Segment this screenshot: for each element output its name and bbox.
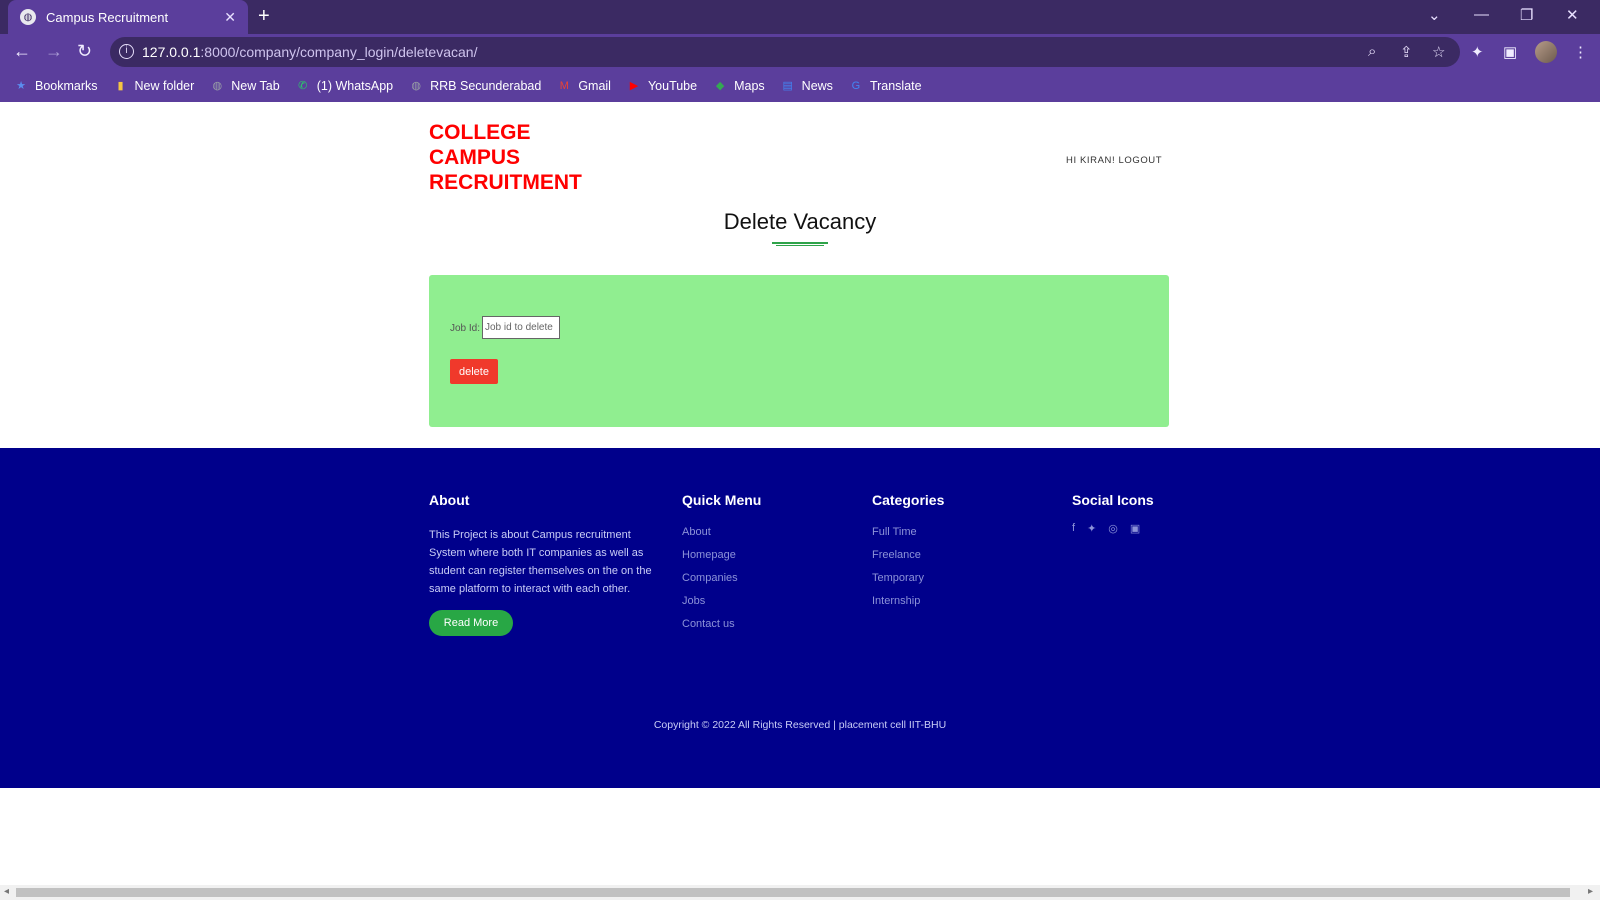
footer-quick-menu: Quick Menu About Homepage Companies Jobs… — [682, 492, 761, 641]
globe-icon: ◍ — [20, 9, 36, 25]
bookmark-label: Bookmarks — [35, 79, 98, 93]
footer-social: Social Icons f ✦ ◎ ▣ — [1072, 492, 1154, 535]
delete-button[interactable]: delete — [450, 359, 498, 384]
footer: About This Project is about Campus recru… — [0, 448, 1600, 788]
translate-icon: G — [851, 80, 861, 92]
bookmark-label: Maps — [734, 79, 765, 93]
gmail-icon: M — [559, 80, 569, 92]
title-underline — [772, 242, 828, 244]
globe-icon: ◍ — [411, 80, 421, 92]
bookmark-item[interactable]: ✆ (1) WhatsApp — [296, 79, 393, 93]
zoom-icon[interactable]: ⌕ — [1368, 43, 1376, 60]
footer-about: About This Project is about Campus recru… — [429, 492, 661, 636]
close-window-button[interactable]: ✕ — [1566, 6, 1579, 24]
read-more-button[interactable]: Read More — [429, 610, 513, 636]
maps-icon: ◆ — [715, 80, 725, 92]
twitter-icon[interactable]: ✦ — [1087, 522, 1096, 535]
bookmark-item[interactable]: G Translate — [849, 79, 922, 93]
new-tab-button[interactable]: + — [258, 6, 270, 26]
quick-menu-heading: Quick Menu — [682, 492, 762, 508]
horizontal-scrollbar[interactable]: ◂ ▸ — [0, 885, 1600, 900]
footer-about-heading: About — [429, 492, 470, 508]
restore-button[interactable]: ❐ — [1520, 6, 1533, 24]
news-icon: ▤ — [782, 80, 793, 92]
page-title: Delete Vacancy — [723, 209, 877, 234]
forward-icon[interactable]: → — [45, 42, 63, 60]
facebook-icon[interactable]: f — [1072, 522, 1075, 535]
footer-categories: Categories Full Time Freelance Temporary… — [872, 492, 944, 618]
extensions-icon[interactable]: ✦ — [1471, 43, 1484, 61]
social-heading: Social Icons — [1072, 492, 1154, 508]
category-link-freelance[interactable]: Freelance — [872, 549, 944, 561]
category-link-temporary[interactable]: Temporary — [872, 572, 944, 584]
quick-menu-link-jobs[interactable]: Jobs — [682, 595, 761, 607]
instagram-icon[interactable]: ◎ — [1108, 522, 1118, 535]
bookmark-label: YouTube — [647, 79, 698, 93]
site-info-icon[interactable]: i — [119, 44, 134, 59]
globe-icon: ◍ — [212, 80, 223, 92]
reload-icon[interactable]: ↻ — [77, 42, 92, 60]
url-text[interactable]: 127.0.0.1:8000/company/company_login/del… — [142, 44, 477, 60]
bookmark-label: RRB Secunderabad — [430, 79, 542, 93]
bookmark-item[interactable]: ◆ Maps — [713, 79, 765, 93]
page: COLLEGE CAMPUS RECRUITMENT HI KIRAN! LOG… — [0, 102, 1600, 900]
browser-toolbar: ← → ↻ i 127.0.0.1:8000/company/company_l… — [0, 34, 1600, 70]
profile-avatar[interactable] — [1535, 41, 1557, 63]
greeting-logout-link[interactable]: HI KIRAN! LOGOUT — [1066, 155, 1162, 166]
quick-menu-link-homepage[interactable]: Homepage — [682, 549, 761, 561]
category-link-internship[interactable]: Internship — [872, 595, 944, 607]
bookmark-item[interactable]: ▮ New folder — [114, 79, 195, 93]
bookmark-label: New folder — [134, 79, 195, 93]
tab-search-icon[interactable]: ⌄ — [1428, 6, 1441, 24]
bookmark-item[interactable]: ◍ RRB Secunderabad — [409, 79, 541, 93]
bookmark-item[interactable]: ▶ YouTube — [627, 79, 697, 93]
footer-about-text: This Project is about Campus recruitment… — [429, 529, 652, 595]
bookmark-item[interactable]: M Gmail — [557, 79, 611, 93]
bookmark-item[interactable]: ◍ New Tab — [210, 79, 279, 93]
minimize-button[interactable]: — — [1474, 6, 1489, 23]
title-underline-secondary — [776, 245, 824, 246]
bookmarks-bar: ★ Bookmarks ▮ New folder ◍ New Tab ✆ (1) WhatsA… — [0, 70, 1600, 102]
bookmark-item[interactable]: ▤ News — [781, 79, 833, 93]
categories-heading: Categories — [872, 492, 945, 508]
browser-tab[interactable]: ◍ Campus Recruitment ✕ — [8, 0, 248, 34]
brand-logo[interactable]: COLLEGE CAMPUS RECRUITMENT — [429, 120, 629, 195]
menu-icon[interactable]: ⋮ — [1573, 43, 1588, 61]
job-id-label: Job Id: — [450, 323, 481, 334]
scrollbar-thumb[interactable] — [16, 888, 1570, 897]
youtube-icon[interactable]: ▣ — [1130, 522, 1140, 535]
star-icon: ★ — [16, 80, 26, 92]
bookmark-label: (1) WhatsApp — [316, 79, 394, 93]
whatsapp-icon: ✆ — [298, 80, 308, 92]
quick-menu-link-companies[interactable]: Companies — [682, 572, 761, 584]
bookmark-item[interactable]: ★ Bookmarks — [14, 79, 98, 93]
delete-vacancy-form: Job Id: delete — [429, 275, 1169, 427]
scroll-left-icon[interactable]: ◂ — [4, 886, 9, 897]
bookmark-label: News — [801, 79, 833, 93]
bookmark-label: Translate — [869, 79, 922, 93]
side-panel-icon[interactable]: ▣ — [1503, 43, 1517, 61]
copyright-text: Copyright © 2022 All Rights Reserved | p… — [653, 719, 947, 731]
address-bar[interactable]: i 127.0.0.1:8000/company/company_login/d… — [110, 37, 1460, 67]
share-icon[interactable]: ⇪ — [1400, 43, 1413, 61]
close-tab-icon[interactable]: ✕ — [224, 9, 236, 26]
back-icon[interactable]: ← — [13, 42, 31, 60]
quick-menu-link-contact[interactable]: Contact us — [682, 618, 761, 630]
tab-title: Campus Recruitment — [46, 9, 169, 25]
folder-icon: ▮ — [117, 80, 124, 92]
quick-menu-link-about[interactable]: About — [682, 526, 761, 538]
category-link-full-time[interactable]: Full Time — [872, 526, 944, 538]
youtube-icon: ▶ — [629, 80, 639, 92]
browser-titlebar: ◍ Campus Recruitment ✕ + ⌄ — ❐ ✕ — [0, 0, 1600, 34]
job-id-input[interactable] — [482, 316, 560, 339]
bookmark-label: New Tab — [231, 79, 280, 93]
bookmark-star-icon[interactable]: ☆ — [1432, 43, 1445, 61]
bookmark-label: Gmail — [578, 79, 611, 93]
scroll-right-icon[interactable]: ▸ — [1588, 886, 1593, 897]
